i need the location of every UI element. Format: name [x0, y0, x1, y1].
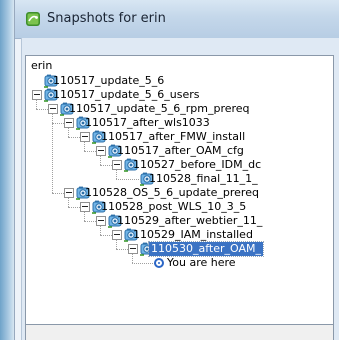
tree-item[interactable]: 110530_after_OAM_	[26, 241, 333, 257]
snapshot-manager-icon	[26, 12, 40, 26]
collapse-toggle-icon[interactable]	[48, 104, 58, 114]
tree-item[interactable]: You are here	[26, 256, 333, 270]
desktop-background	[0, 0, 14, 340]
tree-item[interactable]: 110527_before_IDM_dc	[26, 158, 333, 172]
tree-item-label: 110517_update_5_6	[53, 74, 165, 87]
tree-item-label: 110517_update_5_6_rpm_prereq	[69, 102, 250, 115]
tree-item[interactable]: 110528_final_11_1_	[26, 172, 333, 186]
tree-item-label: 110530_after_OAM_	[148, 241, 264, 257]
tree-item-label: 110517_update_5_6_users	[53, 88, 200, 101]
collapse-toggle-icon[interactable]	[96, 216, 106, 226]
title-bar[interactable]: Snapshots for erin	[15, 0, 339, 39]
tree-item[interactable]: 110517_update_5_6_rpm_prereq	[26, 102, 333, 116]
collapse-toggle-icon[interactable]	[64, 118, 74, 128]
collapse-toggle-icon[interactable]	[112, 230, 122, 240]
collapse-toggle-icon[interactable]	[64, 188, 74, 198]
tree-item-label: 110517_after_OAM_cfg	[117, 144, 244, 157]
tree-item[interactable]: 110528_post_WLS_10_3_5	[26, 200, 333, 214]
collapse-toggle-icon[interactable]	[80, 202, 90, 212]
collapse-toggle-icon[interactable]	[32, 90, 42, 100]
tree-item-label: 110529_after_webtier_11_	[117, 214, 263, 227]
tree-item[interactable]: 110529_after_webtier_11_	[26, 214, 333, 228]
collapse-toggle-icon[interactable]	[96, 146, 106, 156]
tree-item[interactable]: 110517_update_5_6	[26, 74, 333, 88]
tree-item-label: 110528_post_WLS_10_3_5	[101, 200, 247, 213]
tree-item-label: 110528_final_11_1_	[149, 172, 258, 185]
horizontal-scrollbar[interactable]	[25, 325, 334, 340]
collapse-toggle-icon[interactable]	[128, 244, 138, 254]
tree-item-label: 110517_after_wls1033	[85, 116, 210, 129]
collapse-toggle-icon[interactable]	[80, 132, 90, 142]
tree-item-label: You are here	[167, 256, 236, 269]
tree-item-label: 110528_OS_5_6_update_prereq	[85, 186, 259, 199]
tree-root-label: erin	[31, 59, 53, 72]
collapse-toggle-icon[interactable]	[112, 160, 122, 170]
tree-item-label: 110529_IAM_installed	[133, 228, 253, 241]
tree-item[interactable]: 110517_after_wls1033	[26, 116, 333, 130]
window-title: Snapshots for erin	[47, 11, 166, 26]
tree-item[interactable]: 110517_after_OAM_cfg	[26, 144, 333, 158]
tree-item-label: 110527_before_IDM_dc	[133, 158, 262, 171]
you-are-here-icon	[154, 258, 164, 268]
tree-item[interactable]: 110517_update_5_6_users	[26, 88, 333, 102]
snapshot-tree[interactable]: erin 110517_update_5_6 110517_update_5_6_…	[25, 55, 334, 325]
tree-item[interactable]: 110517_after_FMW_install	[26, 130, 333, 144]
tree-item[interactable]: 110528_OS_5_6_update_prereq	[26, 186, 333, 200]
tree-item-label: 110517_after_FMW_install	[101, 130, 246, 143]
tree-item[interactable]: 110529_IAM_installed	[26, 228, 333, 242]
